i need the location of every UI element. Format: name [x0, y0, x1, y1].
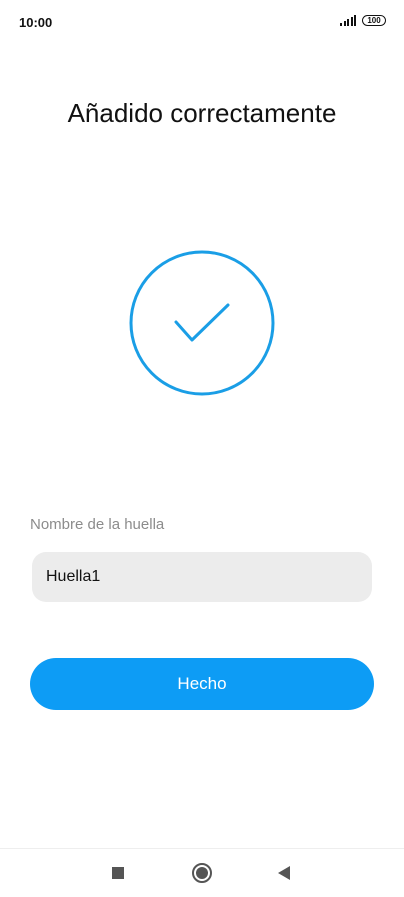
triangle-back-icon[interactable]	[272, 861, 296, 885]
battery-icon: 100	[362, 15, 386, 26]
checkmark-circle-icon	[129, 250, 275, 396]
circle-home-icon[interactable]	[190, 861, 214, 885]
status-time: 10:00	[19, 15, 53, 30]
done-button[interactable]: Hecho	[30, 658, 374, 710]
battery-level: 100	[367, 16, 381, 25]
square-recents-icon[interactable]	[106, 861, 130, 885]
fingerprint-name-input[interactable]	[32, 552, 372, 602]
status-icons: 100	[340, 15, 386, 26]
navigation-bar	[0, 848, 404, 897]
fingerprint-name-label: Nombre de la huella	[30, 516, 165, 533]
signal-icon	[340, 15, 356, 26]
page-title: Añadido correctamente	[67, 98, 337, 128]
status-bar: 10:00 100	[0, 0, 404, 46]
